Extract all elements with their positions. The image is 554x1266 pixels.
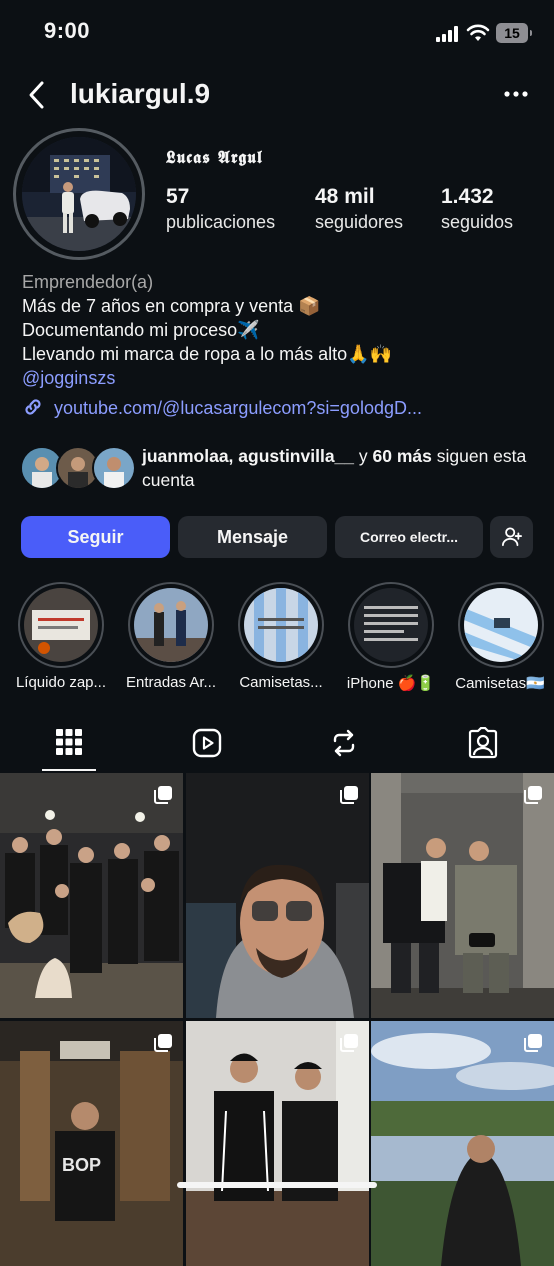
- bio-line: Llevando mi marca de ropa a lo más alto🙏…: [22, 344, 392, 364]
- highlight-label[interactable]: Entradas Ar...: [115, 674, 227, 691]
- wifi-icon: [466, 24, 490, 41]
- following-count[interactable]: 1.432: [441, 185, 494, 209]
- active-tab-indicator: [42, 769, 96, 771]
- posts-label: publicaciones: [166, 212, 276, 232]
- highlight-label[interactable]: Camisetas🇦🇷: [445, 674, 554, 692]
- post-thumbnail[interactable]: [371, 1021, 554, 1266]
- link-icon: [25, 399, 41, 415]
- story-highlight[interactable]: [348, 582, 434, 668]
- display-name: 𝕷𝖚𝖈𝖆𝖘 𝕬𝖗𝖌𝖚𝖑: [166, 148, 263, 168]
- carousel-icon: [154, 786, 172, 804]
- post-thumbnail[interactable]: [371, 773, 554, 1018]
- reposts-icon[interactable]: [330, 728, 358, 758]
- more-options-icon[interactable]: [504, 90, 528, 98]
- carousel-icon: [524, 1034, 542, 1052]
- signal-icon: [436, 26, 458, 42]
- carousel-icon: [340, 786, 358, 804]
- followed-by-text[interactable]: juanmolaa, agustinvilla__ y 60 más sigue…: [142, 444, 542, 492]
- followers-label[interactable]: seguidores: [315, 212, 403, 233]
- avatar[interactable]: [22, 137, 136, 251]
- story-highlight[interactable]: [458, 582, 544, 668]
- bio-line: Más de 7 años en compra y venta 📦: [22, 296, 321, 316]
- website-link[interactable]: youtube.com/@lucasargulecom?si=golodgD..…: [54, 396, 422, 420]
- highlight-label[interactable]: iPhone 🍎🔋: [335, 674, 447, 692]
- tagged-icon[interactable]: [468, 727, 498, 759]
- follow-button[interactable]: Seguir: [21, 516, 170, 558]
- story-highlight[interactable]: [238, 582, 324, 668]
- grid-icon[interactable]: [56, 729, 82, 755]
- bio-line: Documentando mi proceso✈️: [22, 320, 260, 340]
- post-thumbnail[interactable]: BOP: [0, 1021, 183, 1266]
- posts-count: 57: [166, 185, 190, 208]
- message-button[interactable]: Mensaje: [178, 516, 327, 558]
- highlight-label[interactable]: Camisetas...: [225, 674, 337, 691]
- following-label[interactable]: seguidos: [441, 212, 513, 233]
- highlight-label[interactable]: Líquido zap...: [5, 674, 117, 691]
- carousel-icon: [524, 786, 542, 804]
- add-person-icon: [501, 527, 522, 547]
- post-thumbnail[interactable]: [186, 773, 369, 1018]
- status-time: 9:00: [44, 18, 91, 43]
- svg-text:BOP: BOP: [62, 1155, 101, 1175]
- category-label: Emprendedor(a): [22, 272, 154, 292]
- post-thumbnail[interactable]: [0, 773, 183, 1018]
- back-arrow-icon[interactable]: [26, 80, 48, 110]
- followers-count[interactable]: 48 mil: [315, 185, 375, 209]
- avatar: [92, 446, 136, 490]
- story-highlight[interactable]: [18, 582, 104, 668]
- story-highlight[interactable]: [128, 582, 214, 668]
- mention-link[interactable]: @jogginszs: [22, 366, 115, 390]
- battery-icon: 15: [496, 23, 532, 43]
- post-thumbnail[interactable]: [186, 1021, 369, 1266]
- email-button[interactable]: Correo electr...: [335, 516, 483, 558]
- carousel-icon: [340, 1034, 358, 1052]
- suggested-users-button[interactable]: [490, 516, 533, 558]
- reels-icon[interactable]: [192, 728, 222, 758]
- carousel-icon: [154, 1034, 172, 1052]
- home-indicator[interactable]: [177, 1182, 377, 1188]
- profile-username: lukiargul.9: [70, 78, 211, 109]
